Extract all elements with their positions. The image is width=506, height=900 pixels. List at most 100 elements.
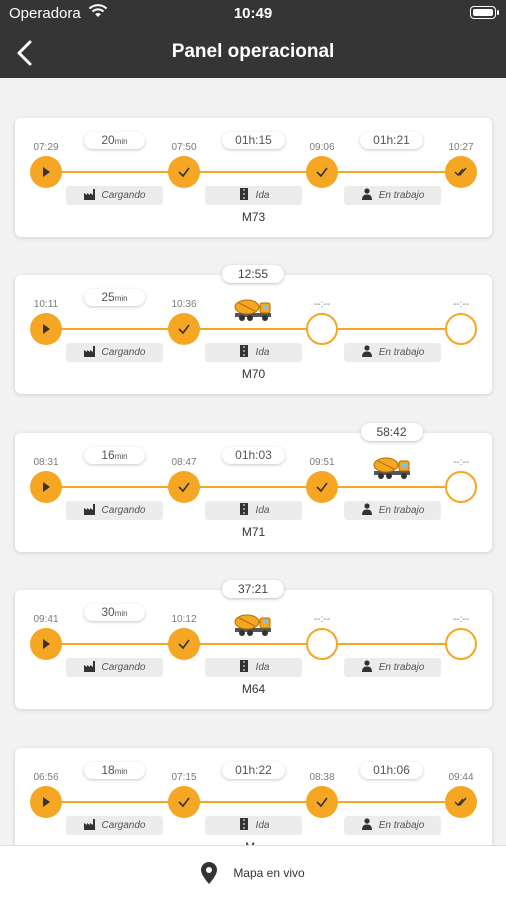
stage-label: Ida	[205, 816, 302, 835]
battery-icon	[470, 6, 499, 19]
timestamp: 09:51	[309, 457, 335, 468]
pending-step	[445, 313, 477, 345]
pending-step	[306, 628, 338, 660]
elapsed-time-badge: 12:55	[222, 265, 284, 283]
stage-label: Ida	[205, 501, 302, 520]
play-icon	[30, 313, 62, 345]
duration-badge: 01h:21	[360, 132, 423, 149]
duration-badge: 25min	[84, 289, 145, 306]
check-icon	[306, 156, 338, 188]
road-icon	[238, 188, 250, 203]
mixer-truck-icon	[233, 297, 273, 323]
app-header: Operadora 10:49 Panel operacional	[0, 0, 506, 78]
live-map-label: Mapa en vivo	[233, 866, 305, 880]
live-map-button[interactable]: Mapa en vivo	[0, 845, 506, 900]
timestamp: 10:12	[171, 614, 197, 625]
double-check-icon	[445, 786, 477, 818]
trip-card[interactable]: 20min 01h:15 01h:21 07:29 07:50 09:06 10:27 Car…	[15, 118, 492, 237]
pending-step	[445, 471, 477, 503]
play-icon	[30, 471, 62, 503]
timestamp: 09:44	[448, 772, 474, 783]
timestamp: --:--	[452, 299, 470, 310]
stage-label: Cargando	[66, 343, 163, 362]
trip-card[interactable]: 25min 10:11 10:36 --:-- --:-- 12:55 Cargando Id…	[15, 265, 492, 394]
cards-list: 20min 01h:15 01h:21 07:29 07:50 09:06 10:27 Car…	[0, 78, 506, 845]
truck-id: M73	[241, 210, 266, 224]
timestamp: --:--	[313, 299, 331, 310]
worker-icon	[361, 188, 373, 203]
stage-label: En trabajo	[344, 658, 441, 677]
progress-track	[43, 328, 463, 330]
trip-card[interactable]: 30min 09:41 10:12 --:-- --:-- 37:21 Cargando Id…	[15, 580, 492, 709]
timestamp: 09:41	[33, 614, 59, 625]
pending-step	[445, 628, 477, 660]
double-check-icon	[445, 156, 477, 188]
factory-icon	[83, 660, 96, 675]
play-icon	[30, 628, 62, 660]
elapsed-time-badge: 58:42	[360, 423, 423, 441]
stage-label: En trabajo	[344, 816, 441, 835]
check-icon	[306, 786, 338, 818]
stage-label: En trabajo	[344, 343, 441, 362]
road-icon	[238, 660, 250, 675]
timestamp: --:--	[452, 614, 470, 625]
pending-step	[306, 313, 338, 345]
factory-icon	[83, 188, 96, 203]
stage-label: Ida	[205, 343, 302, 362]
check-icon	[306, 471, 338, 503]
road-icon	[238, 818, 250, 833]
clock: 10:49	[233, 5, 273, 22]
trip-card[interactable]: 16min 01h:03 08:31 08:47 09:51 --:-- 58:42 Carg…	[15, 423, 492, 552]
truck-id: M64	[241, 682, 266, 696]
timestamp: 07:29	[33, 142, 59, 153]
timestamp: 10:27	[448, 142, 474, 153]
duration-badge: 18min	[84, 762, 145, 779]
trip-card[interactable]: 18min 01h:22 01h:06 06:56 07:15 08:38 09:44 Car…	[15, 748, 492, 845]
progress-track	[43, 801, 463, 803]
stage-label: En trabajo	[344, 186, 441, 205]
mixer-truck-icon	[372, 455, 412, 481]
check-icon	[168, 313, 200, 345]
duration-badge: 01h:15	[222, 132, 285, 149]
mixer-truck-icon	[233, 612, 273, 638]
check-icon	[168, 156, 200, 188]
progress-track	[43, 171, 463, 173]
factory-icon	[83, 345, 96, 360]
timestamp: 10:11	[33, 299, 59, 310]
factory-icon	[83, 818, 96, 833]
stage-label: Ida	[205, 186, 302, 205]
check-icon	[168, 786, 200, 818]
stage-label: Cargando	[66, 816, 163, 835]
duration-badge: 01h:03	[222, 447, 285, 464]
stage-label: En trabajo	[344, 501, 441, 520]
timestamp: 08:47	[171, 457, 197, 468]
timestamp: 06:56	[33, 772, 59, 783]
stage-label: Ida	[205, 658, 302, 677]
duration-badge: 20min	[84, 132, 145, 149]
progress-track	[43, 486, 463, 488]
page-title: Panel operacional	[171, 41, 335, 62]
worker-icon	[361, 503, 373, 518]
progress-track	[43, 643, 463, 645]
factory-icon	[83, 503, 96, 518]
duration-badge: 01h:22	[222, 762, 285, 779]
road-icon	[238, 503, 250, 518]
duration-badge: 01h:06	[360, 762, 423, 779]
elapsed-time-badge: 37:21	[222, 580, 284, 598]
truck-id: M71	[241, 525, 266, 539]
truck-id: M70	[241, 367, 266, 381]
timestamp: 08:38	[309, 772, 335, 783]
worker-icon	[361, 660, 373, 675]
status-bar: Operadora 10:49	[0, 0, 506, 28]
worker-icon	[361, 345, 373, 360]
timestamp: --:--	[452, 457, 470, 468]
timestamp: 09:06	[309, 142, 335, 153]
map-pin-icon	[201, 862, 218, 884]
check-icon	[168, 471, 200, 503]
stage-label: Cargando	[66, 658, 163, 677]
timestamp: 10:36	[171, 299, 197, 310]
timestamp: 07:50	[171, 142, 197, 153]
stage-label: Cargando	[66, 501, 163, 520]
timestamp: --:--	[313, 614, 331, 625]
duration-badge: 30min	[84, 604, 145, 621]
